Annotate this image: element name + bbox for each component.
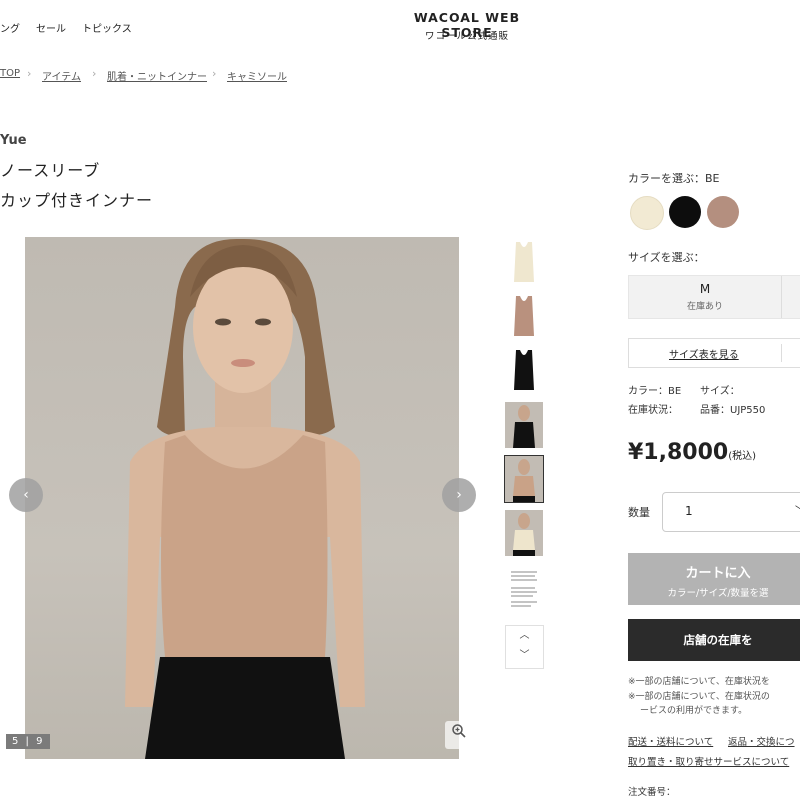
thumbnail-size-info[interactable] — [505, 566, 543, 612]
size-chart-label: サイズ表を見る — [669, 350, 739, 361]
nav-item-sale[interactable]: セール — [36, 20, 66, 35]
returns-info-link[interactable]: 返品・交換につ — [728, 734, 795, 748]
add-to-cart-label: カートに入 — [685, 566, 751, 581]
product-main-image[interactable] — [25, 237, 459, 759]
thumbnail-model-beige[interactable] — [504, 455, 544, 503]
thumbnail-beige-top[interactable] — [505, 292, 543, 338]
notice-line: ービスの利用ができます。 — [640, 706, 748, 716]
store-logo-subtitle: ワコール公式通販 — [424, 31, 509, 42]
chevron-up-icon[interactable]: ︿ — [506, 626, 543, 646]
selected-size: サイズ： — [700, 386, 740, 397]
shipping-info-link[interactable]: 配送・送料について — [628, 734, 713, 748]
next-image-button[interactable]: › — [442, 478, 476, 512]
nav-item-topics[interactable]: トピックス — [82, 20, 132, 35]
product-price: ¥1,8000(税込) — [628, 440, 756, 465]
thumbnail-scroll-control: ︿ ﹀ — [505, 625, 544, 669]
quantity-label: 数量 — [628, 506, 650, 519]
price-value: ¥1,8000 — [628, 440, 729, 465]
breadcrumb-item[interactable]: アイテム — [42, 68, 81, 83]
stock-status: 在庫状況： — [628, 405, 678, 416]
order-number-label: 注文番号： — [628, 787, 676, 798]
thumbnail-model-ivory[interactable] — [505, 510, 543, 556]
product-code: 品番：UJP550 — [700, 405, 766, 416]
selected-color: カラー：BE — [628, 386, 682, 397]
quantity-value: 1 — [685, 504, 693, 518]
thumbnail-ivory-top[interactable] — [505, 238, 543, 284]
color-select-label: カラーを選ぶ：BE — [628, 172, 720, 185]
color-swatch-ivory[interactable] — [630, 196, 664, 230]
size-option-m[interactable]: M 在庫あり — [628, 275, 800, 319]
notice-line: ※一部の店舗について、在庫状況の — [628, 692, 770, 702]
quantity-select[interactable]: 1 ﹀ — [662, 492, 800, 532]
reservation-info-link[interactable]: 取り置き・取り寄せサービスについて — [628, 754, 789, 768]
prev-image-button[interactable]: ‹ — [9, 478, 43, 512]
chevron-down-icon[interactable]: ﹀ — [506, 646, 543, 666]
breadcrumb-separator-icon: › — [92, 67, 97, 80]
notice-line: ※一部の店舗について、在庫状況を — [628, 677, 770, 687]
breadcrumb-separator-icon: › — [212, 67, 217, 80]
color-swatch-black[interactable] — [669, 196, 701, 228]
color-swatch-beige[interactable] — [707, 196, 739, 228]
add-to-cart-button[interactable]: カートに入 カラー/サイズ/数量を選 — [628, 553, 800, 605]
price-tax-note: (税込) — [728, 451, 757, 462]
thumbnail-model-black[interactable] — [505, 402, 543, 448]
product-title-line1: ノースリーブ — [0, 161, 101, 180]
store-stock-button[interactable]: 店舗の在庫を — [628, 619, 800, 661]
image-counter: 5 | 9 — [6, 734, 51, 749]
size-value: M — [699, 282, 711, 296]
size-stock: 在庫あり — [686, 302, 723, 312]
chevron-down-icon: ﹀ — [795, 502, 800, 517]
zoom-icon[interactable] — [445, 721, 473, 749]
breadcrumb-camisole[interactable]: キャミソール — [227, 68, 287, 83]
breadcrumb-innerwear[interactable]: 肌着・ニットインナー — [107, 68, 207, 83]
breadcrumb-separator-icon: › — [27, 67, 32, 80]
breadcrumb-top[interactable]: TOP — [0, 68, 20, 79]
model-photo — [125, 238, 365, 759]
size-select-label: サイズを選ぶ： — [628, 251, 705, 264]
add-to-cart-hint: カラー/サイズ/数量を選 — [667, 588, 769, 599]
thumbnail-black-top[interactable] — [505, 346, 543, 392]
product-title-line2: カップ付きインナー — [0, 191, 154, 210]
size-chart-link[interactable]: サイズ表を見る — [628, 338, 800, 368]
product-brand: Yue — [0, 133, 27, 148]
nav-item-ranking[interactable]: ング — [0, 20, 20, 35]
